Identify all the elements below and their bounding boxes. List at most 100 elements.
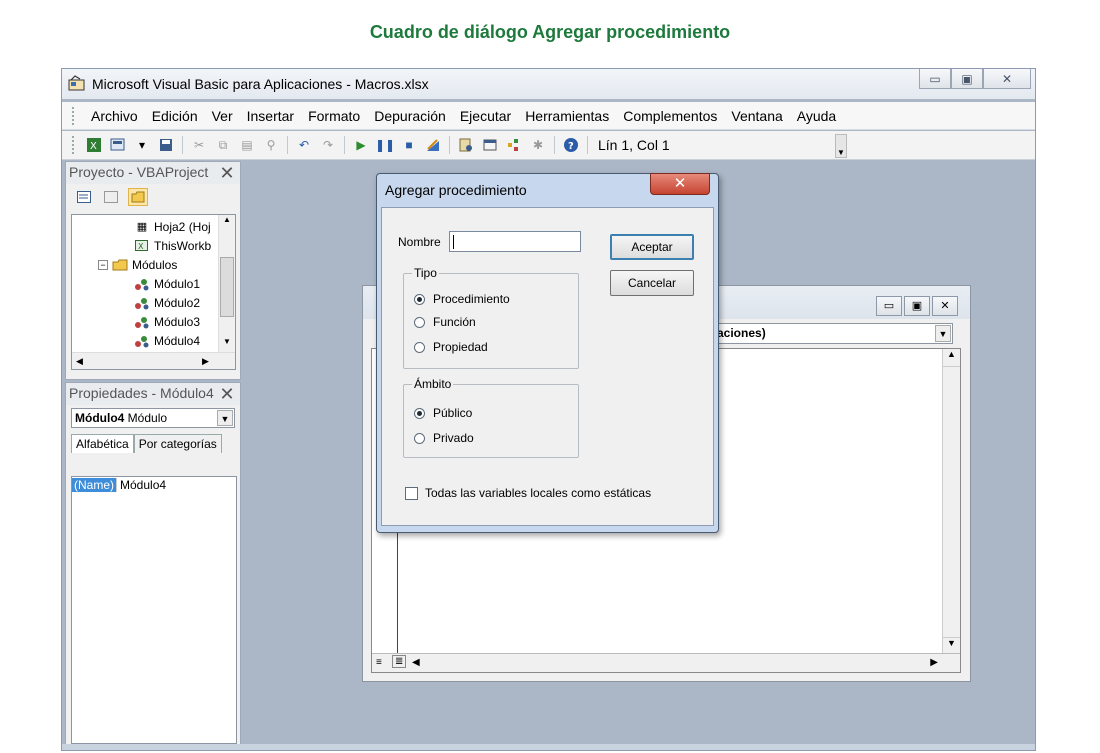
chevron-down-icon[interactable]: ▼	[217, 410, 233, 426]
static-variables-checkbox[interactable]: Todas las variables locales como estátic…	[405, 486, 651, 500]
properties-window-icon[interactable]	[481, 136, 499, 154]
add-procedure-dialog: Agregar procedimiento ✕ Nombre Aceptar C…	[376, 173, 719, 533]
nombre-input[interactable]	[449, 231, 581, 252]
code-horizontal-scrollbar[interactable]: ≡ ≣ ◀ ▶	[372, 653, 960, 672]
object-selector[interactable]: Módulo4 Módulo ▼	[71, 408, 235, 428]
cut-icon[interactable]: ✂	[190, 136, 208, 154]
stop-icon[interactable]: ■	[400, 136, 418, 154]
toolbar-grip[interactable]	[72, 136, 76, 154]
help-icon[interactable]: ?	[562, 136, 580, 154]
minimize-button[interactable]: ▭	[919, 69, 951, 89]
property-row[interactable]: (Name) Módulo4	[72, 477, 236, 493]
tree-item-modulo1[interactable]: Módulo1	[134, 274, 200, 293]
scroll-up-icon[interactable]: ▲	[943, 349, 960, 367]
checkbox-unchecked-icon[interactable]	[405, 486, 418, 500]
code-vertical-scrollbar[interactable]: ▲ ▼	[942, 349, 960, 655]
undo-icon[interactable]: ↶	[295, 136, 313, 154]
workbook-icon: X	[134, 239, 150, 253]
menu-depuracion[interactable]: Depuración	[367, 108, 453, 124]
collapse-icon[interactable]: −	[98, 259, 108, 270]
property-value[interactable]: Módulo4	[117, 478, 166, 492]
radio-funcion[interactable]: Función	[414, 315, 476, 329]
tab-por-categorias[interactable]: Por categorías	[133, 434, 222, 453]
tree-item-modulo4[interactable]: Módulo4	[134, 331, 200, 350]
excel-view-icon[interactable]: X	[85, 136, 103, 154]
procedure-combo[interactable]: aciones) ▼	[713, 323, 953, 344]
text-caret	[453, 235, 454, 249]
restore-button[interactable]: ▣	[951, 69, 983, 89]
find-icon[interactable]: ⚲	[262, 136, 280, 154]
radio-procedimiento[interactable]: Procedimiento	[414, 292, 510, 306]
toolbox-icon[interactable]: ✱	[529, 136, 547, 154]
redo-icon[interactable]: ↷	[319, 136, 337, 154]
toolbar-options-icon[interactable]: ▼	[835, 134, 847, 158]
save-icon[interactable]	[157, 136, 175, 154]
view-object-icon[interactable]	[101, 188, 121, 206]
toggle-folders-icon[interactable]	[128, 188, 148, 206]
insert-userform-icon[interactable]	[109, 136, 127, 154]
design-mode-icon[interactable]	[424, 136, 442, 154]
chevron-down-icon[interactable]: ▼	[935, 325, 951, 342]
menu-archivo[interactable]: Archivo	[84, 108, 145, 124]
scroll-right-icon[interactable]: ▶	[930, 657, 938, 668]
radio-unselected-icon[interactable]	[414, 432, 425, 444]
radio-propiedad[interactable]: Propiedad	[414, 340, 488, 354]
scroll-thumb[interactable]	[220, 257, 234, 317]
menu-ver[interactable]: Ver	[205, 108, 240, 124]
radio-unselected-icon[interactable]	[414, 316, 425, 328]
ambito-legend: Ámbito	[412, 377, 454, 391]
tree-item-hoja2[interactable]: ▦ Hoja2 (Hoj	[134, 217, 211, 236]
project-panel-close-icon[interactable]: ✕	[216, 163, 238, 183]
scroll-left-icon[interactable]: ◀	[76, 356, 83, 367]
radio-selected-icon[interactable]	[414, 407, 425, 419]
menubar-grip[interactable]	[72, 106, 76, 125]
pause-icon[interactable]: ❚❚	[375, 136, 395, 154]
code-close-button[interactable]: ✕	[932, 296, 958, 316]
scroll-up-icon[interactable]: ▲	[219, 215, 235, 231]
run-icon[interactable]: ▶	[352, 136, 370, 154]
window-title: Microsoft Visual Basic para Aplicaciones…	[92, 76, 429, 92]
radio-publico[interactable]: Público	[414, 406, 472, 420]
menu-ayuda[interactable]: Ayuda	[790, 108, 843, 124]
full-module-view-icon[interactable]: ≣	[392, 655, 407, 668]
menu-formato[interactable]: Formato	[301, 108, 367, 124]
scroll-right-icon[interactable]: ▶	[202, 356, 209, 367]
object-browser-icon[interactable]	[505, 136, 523, 154]
module-icon	[134, 296, 150, 310]
project-tree: ▦ Hoja2 (Hoj X ThisWorkb − Módulos Módul…	[71, 214, 236, 370]
code-restore-button[interactable]: ▣	[904, 296, 930, 316]
radio-privado[interactable]: Privado	[414, 431, 474, 445]
aceptar-button[interactable]: Aceptar	[610, 234, 694, 260]
standard-toolbar: X ▾ ✂ ⧉ ▤ ⚲ ↶ ↷ ▶ ❚❚ ■ ✱ ? Lín 1, Col 1 …	[62, 131, 1035, 160]
menu-herramientas[interactable]: Herramientas	[518, 108, 616, 124]
tree-item-modulo2[interactable]: Módulo2	[134, 293, 200, 312]
scroll-down-icon[interactable]: ▼	[219, 337, 235, 353]
project-explorer-icon[interactable]	[457, 136, 475, 154]
tab-alfabetica[interactable]: Alfabética	[71, 434, 134, 453]
project-tree-vertical-scrollbar[interactable]: ▲ ▼	[218, 215, 235, 353]
radio-unselected-icon[interactable]	[414, 341, 425, 353]
tree-item-modulos[interactable]: − Módulos	[98, 255, 177, 274]
procedure-view-icon[interactable]: ≡	[376, 657, 382, 668]
menu-ventana[interactable]: Ventana	[724, 108, 789, 124]
svg-text:X: X	[138, 242, 144, 251]
tree-item-modulo3[interactable]: Módulo3	[134, 312, 200, 331]
paste-icon[interactable]: ▤	[238, 136, 256, 154]
radio-selected-icon[interactable]	[414, 293, 425, 305]
close-window-button[interactable]: ✕	[983, 69, 1031, 89]
copy-icon[interactable]: ⧉	[214, 136, 232, 154]
menu-edicion[interactable]: Edición	[145, 108, 205, 124]
dialog-close-icon[interactable]: ✕	[650, 173, 710, 195]
project-tree-horizontal-scrollbar[interactable]: ◀ ▶	[72, 352, 235, 369]
tree-item-thisworkbook[interactable]: X ThisWorkb	[134, 236, 211, 255]
cancelar-button[interactable]: Cancelar	[610, 270, 694, 296]
menu-complementos[interactable]: Complementos	[616, 108, 724, 124]
chevron-down-icon[interactable]: ▾	[133, 136, 151, 154]
scroll-left-icon[interactable]: ◀	[412, 657, 420, 668]
menu-ejecutar[interactable]: Ejecutar	[453, 108, 518, 124]
title-bar: Microsoft Visual Basic para Aplicaciones…	[62, 69, 1035, 99]
view-code-icon[interactable]	[74, 188, 94, 206]
code-minimize-button[interactable]: ▭	[876, 296, 902, 316]
menu-insertar[interactable]: Insertar	[240, 108, 301, 124]
properties-panel-close-icon[interactable]: ✕	[216, 384, 238, 404]
